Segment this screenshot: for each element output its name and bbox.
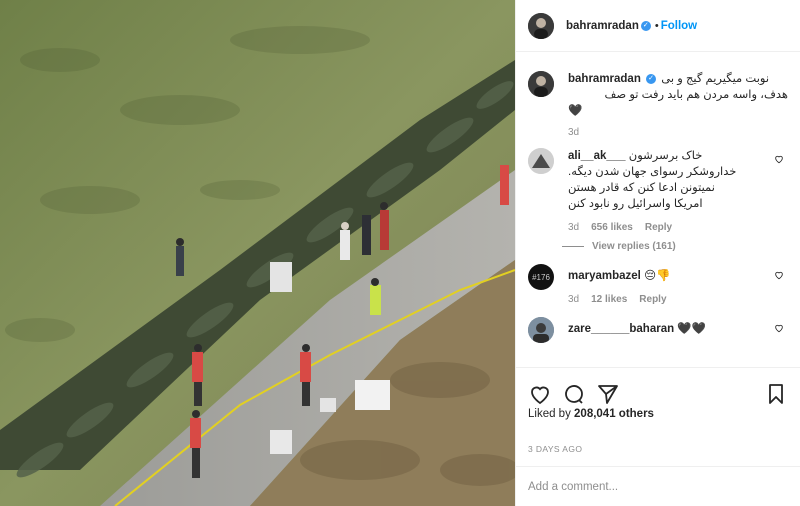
like-comment-heart-icon[interactable] <box>774 323 784 333</box>
follow-button[interactable]: Follow <box>661 20 697 32</box>
avatar-image <box>528 148 554 174</box>
commenter-username[interactable]: zare______baharan <box>568 323 674 335</box>
commenter-avatar[interactable] <box>528 148 554 174</box>
comment-likes[interactable]: 12 likes <box>591 294 627 305</box>
commenter-username[interactable]: ali__ak___ <box>568 150 626 162</box>
likes-prefix: Liked by <box>528 408 575 420</box>
caption-text-line1: نوبت میگیریم گیج و بی <box>661 73 770 85</box>
action-bar <box>516 367 800 409</box>
comment-text-line: خاک برسرشون <box>628 150 703 162</box>
author-username[interactable]: bahramradan <box>566 20 639 32</box>
comment-text-line: خداروشکر رسوای جهان شدن دیگه. <box>568 166 737 178</box>
commenter-username[interactable]: maryambazel <box>568 270 641 282</box>
view-replies-button[interactable]: View replies (161) <box>562 241 788 252</box>
add-comment-bar <box>516 466 800 506</box>
post-photo[interactable] <box>0 0 515 506</box>
likes-summary[interactable]: Liked by 208,041 others <box>528 408 654 420</box>
caption: bahramradan ✓ نوبت میگیریم گیج و بی هدف،… <box>528 71 788 138</box>
avatar-image <box>528 12 554 39</box>
verified-icon: ✓ <box>646 73 657 84</box>
avatar-image <box>528 317 554 343</box>
caption-emoji: 🖤 <box>568 105 583 117</box>
verified-icon: ✓ <box>640 20 651 31</box>
commenter-avatar[interactable]: #176 <box>528 264 554 290</box>
view-replies-label[interactable]: View replies (161) <box>592 241 676 252</box>
caption-time[interactable]: 3d <box>568 127 579 138</box>
comment-item: #176 maryambazel 😔👎 3d 12 likes Reply <box>528 264 788 305</box>
share-icon[interactable] <box>596 382 620 406</box>
commenter-avatar[interactable] <box>528 317 554 343</box>
likes-count[interactable]: 208,041 others <box>574 408 654 420</box>
avatar-label: #176 <box>532 272 550 282</box>
comment-time[interactable]: 3d <box>568 294 579 305</box>
comment-likes[interactable]: 656 likes <box>591 222 633 233</box>
comment-text: 😔👎 <box>644 270 671 282</box>
author-avatar[interactable] <box>528 71 554 97</box>
comment-time[interactable]: 3d <box>568 222 579 233</box>
like-comment-heart-icon[interactable] <box>774 154 784 164</box>
separator-dot: • <box>654 19 659 32</box>
post-timestamp[interactable]: 3 DAYS AGO <box>528 444 582 454</box>
caption-text-line2: هدف، واسه مردن هم باید رفت تو صف <box>604 89 788 101</box>
reply-button[interactable]: Reply <box>639 294 666 305</box>
comments-list[interactable]: bahramradan ✓ نوبت میگیریم گیج و بی هدف،… <box>516 53 800 366</box>
post-details-panel: bahramradan ✓ • Follow bahramradan ✓ نوب… <box>515 0 800 506</box>
avatar-image <box>528 71 554 97</box>
like-comment-heart-icon[interactable] <box>774 270 784 280</box>
add-comment-input[interactable] <box>528 480 788 493</box>
comment-icon[interactable] <box>562 382 586 406</box>
reply-button[interactable]: Reply <box>645 222 672 233</box>
comment-item: ali__ak___ خاک برسرشون خداروشکر رسوای جه… <box>528 148 788 233</box>
caption-username[interactable]: bahramradan <box>568 73 641 85</box>
bookmark-icon[interactable] <box>764 382 788 406</box>
post-header: bahramradan ✓ • Follow <box>516 0 800 52</box>
aerial-photo-illustration <box>0 0 515 506</box>
comment-text-line: امریکا واسرائیل رو نابود کنن <box>568 198 703 210</box>
comment-text-line: نمیتونن ادعا کنن که قادر هستن <box>568 182 715 194</box>
author-avatar[interactable] <box>528 12 554 39</box>
instagram-post: bahramradan ✓ • Follow bahramradan ✓ نوب… <box>0 0 800 506</box>
heart-icon[interactable] <box>528 382 552 406</box>
replies-divider <box>562 246 584 247</box>
comment-item: zare______baharan 🖤🖤 <box>528 317 788 343</box>
comment-text: 🖤🖤 <box>677 323 706 335</box>
